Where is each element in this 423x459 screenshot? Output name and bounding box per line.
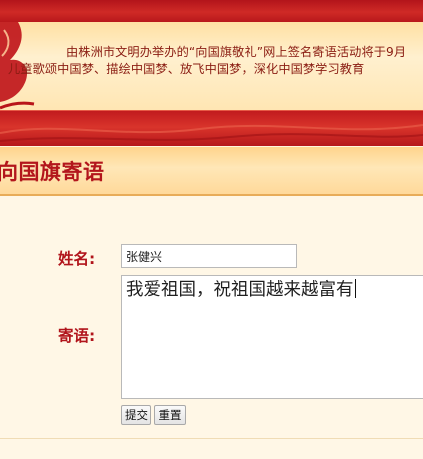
name-input[interactable] — [121, 244, 297, 268]
name-label: 姓名: — [58, 250, 96, 268]
message-textarea[interactable]: 我爱祖国，祝祖国越来越富有 — [121, 275, 423, 399]
submit-button[interactable]: 提交 — [121, 405, 151, 425]
message-text: 我爱祖国，祝祖国越来越富有 — [126, 280, 354, 300]
section-title-bar: 向国旗寄语 — [0, 146, 423, 196]
section-title: 向国旗寄语 — [0, 159, 105, 184]
announcement-line-2: 儿童歌颂中国梦、描绘中国梦、放飞中国梦，深化中国梦学习教育 — [8, 62, 365, 76]
message-form: 姓名: 寄语: 我爱祖国，祝祖国越来越富有 提交 重置 — [0, 196, 423, 459]
announcement-panel: 由株洲市文明办举办的“向国旗敬礼”网上签名寄语活动将于9月 儿童歌颂中国梦、描绘… — [0, 22, 423, 111]
top-decorative-strip — [0, 0, 423, 23]
ribbon-pattern — [0, 124, 423, 142]
text-caret — [354, 279, 356, 298]
announcement-line-1: 由株洲市文明办举办的“向国旗敬礼”网上签名寄语活动将于9月 — [66, 45, 407, 59]
message-label: 寄语: — [58, 327, 96, 345]
reset-button[interactable]: 重置 — [154, 405, 186, 425]
page: 由株洲市文明办举办的“向国旗敬礼”网上签名寄语活动将于9月 儿童歌颂中国梦、描绘… — [0, 0, 423, 459]
red-ribbon-divider — [0, 110, 423, 147]
